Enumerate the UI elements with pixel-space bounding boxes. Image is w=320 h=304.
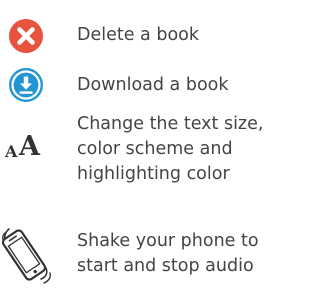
delete-book-label: Delete a book — [77, 23, 199, 48]
text-settings-line-2: color scheme and — [77, 139, 233, 159]
delete-x-circle-icon — [9, 19, 43, 53]
list-item-shake-phone: Shake your phone to start and stop audio — [0, 222, 279, 304]
list-item-download-book: Download a book — [0, 60, 279, 115]
shake-phone-line-1: Shake your phone to — [77, 231, 259, 251]
text-size-large-a: A — [19, 131, 40, 162]
text-settings-label: Change the text size, color scheme and h… — [77, 112, 263, 187]
text-size-aa-icon: A A — [5, 130, 49, 160]
list-item-text-settings: A A Change the text size, color scheme a… — [0, 112, 279, 222]
download-book-label: Download a book — [77, 73, 229, 98]
download-arrow-circle-icon — [8, 67, 44, 103]
delete-book-line-1: Delete a book — [77, 25, 200, 45]
shake-phone-label: Shake your phone to start and stop audio — [77, 229, 259, 279]
shake-phone-icon — [1, 228, 51, 284]
text-size-small-a: A — [5, 142, 18, 161]
shake-phone-line-2: start and stop audio — [77, 256, 254, 276]
text-settings-line-1: Change the text size, — [77, 114, 264, 134]
text-settings-line-3: highlighting color — [77, 164, 230, 184]
download-book-line-1: Download a book — [77, 75, 229, 95]
